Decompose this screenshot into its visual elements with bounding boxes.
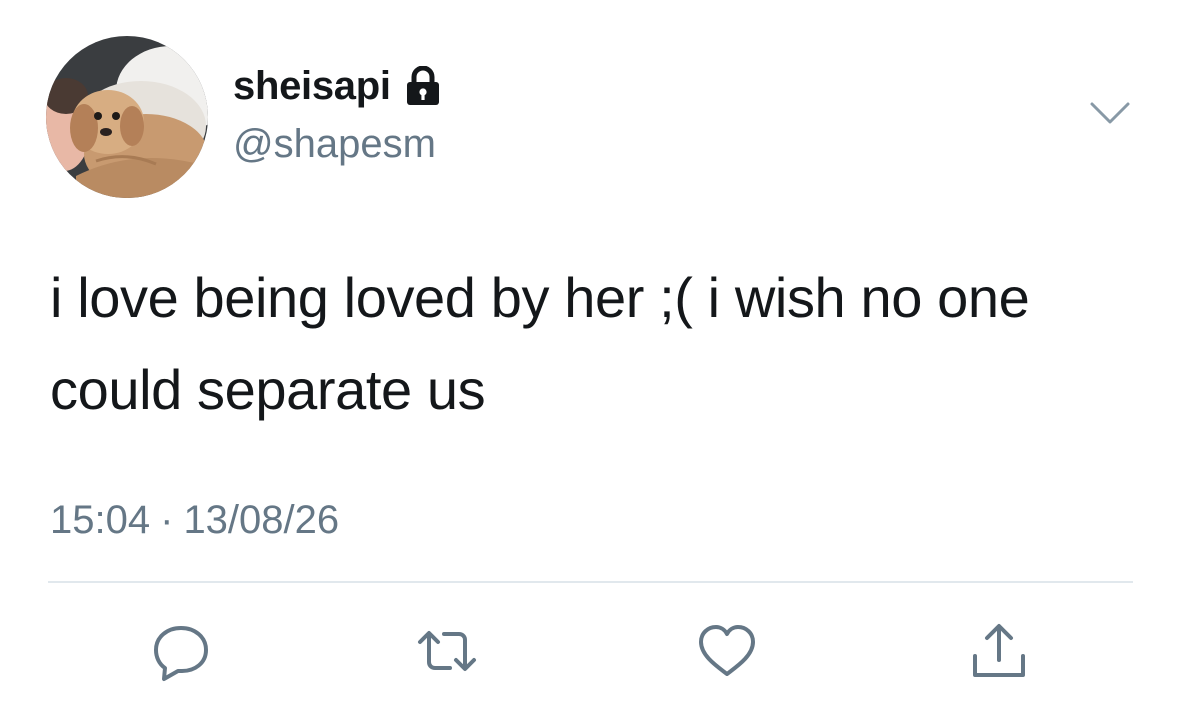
tweet-date: 13/08/26 [183,498,340,542]
like-button[interactable] [696,620,758,682]
handle[interactable]: @shapesm [233,120,436,168]
retweet-button[interactable] [416,620,478,682]
lock-icon [405,65,441,106]
meta-separator: · [160,498,174,542]
reply-icon [154,626,208,681]
tweet: sheisapi @shapesm i love being loved by … [0,0,1179,720]
chevron-down-icon[interactable] [1088,98,1132,128]
display-name[interactable]: sheisapi [233,62,391,110]
retweet-icon [418,631,476,671]
reply-button[interactable] [150,620,212,682]
avatar-image [46,36,208,198]
like-icon [699,625,755,676]
divider [48,581,1133,583]
tweet-time: 15:04 [50,498,151,542]
tweet-text: i love being loved by her ;( i wish no o… [50,266,1030,421]
share-icon [973,624,1025,677]
tweet-timestamp[interactable]: 15:04 · 13/08/26 [50,496,339,544]
share-button[interactable] [968,620,1030,682]
author-name-row: sheisapi [233,62,441,110]
avatar[interactable] [46,36,208,198]
